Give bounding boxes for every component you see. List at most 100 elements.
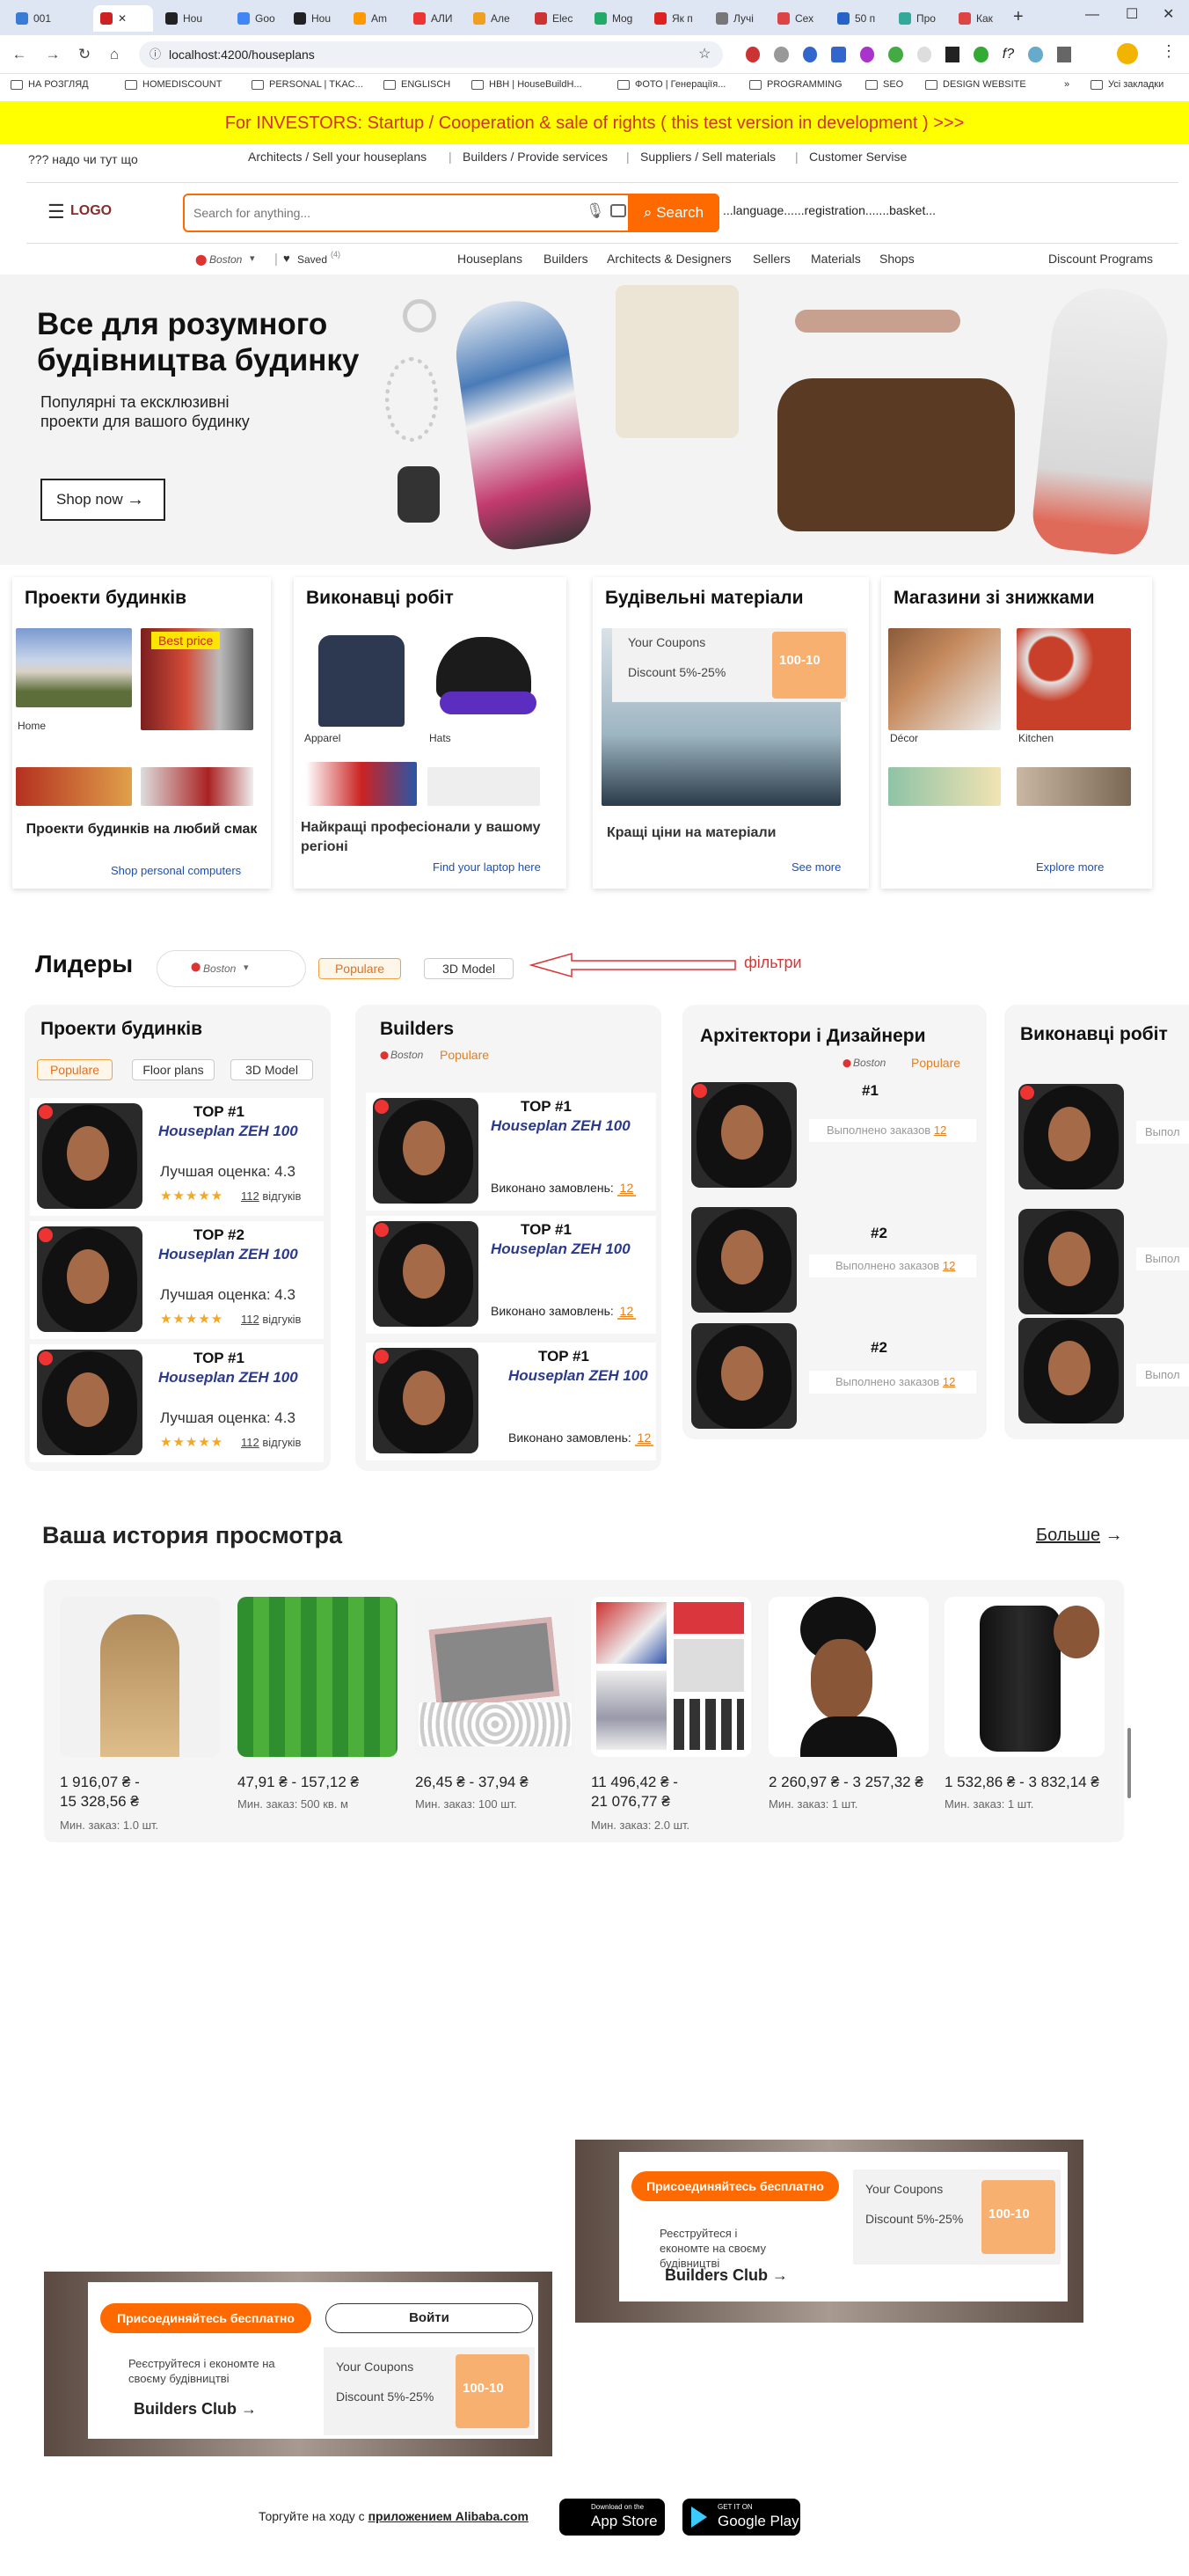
- list-item[interactable]: TOP #1 Houseplan ZEH 100 Лучшая оценка: …: [30, 1098, 324, 1216]
- orders-done-count[interactable]: 12: [943, 1375, 955, 1388]
- google-play-button[interactable]: GET IT ON Google Play: [682, 2499, 800, 2536]
- card-caption[interactable]: Apparel: [304, 732, 340, 744]
- card-link[interactable]: Find your laptop here: [433, 860, 541, 874]
- window-close-button[interactable]: ✕: [1163, 5, 1174, 23]
- bookmark-folder[interactable]: SEO: [865, 79, 903, 90]
- site-info-icon[interactable]: ⓘ: [150, 41, 161, 68]
- filter-populare[interactable]: Populare: [440, 1048, 489, 1062]
- location-label[interactable]: Boston: [853, 1057, 886, 1069]
- browser-tab[interactable]: Як п: [647, 5, 702, 32]
- extension-icon[interactable]: [974, 47, 988, 62]
- saved-link[interactable]: Saved: [297, 253, 327, 266]
- card-link[interactable]: Explore more: [1036, 860, 1104, 874]
- builders-club-link[interactable]: Builders Club →: [665, 2266, 788, 2285]
- extension-icon[interactable]: [802, 47, 818, 62]
- header-user-links[interactable]: ...language......registration.......bask…: [723, 203, 936, 217]
- all-bookmarks-folder[interactable]: Усі закладки: [1091, 79, 1163, 90]
- tshirt-image[interactable]: [306, 628, 417, 730]
- camera-icon[interactable]: [610, 204, 626, 217]
- bookmark-folder[interactable]: PERSONAL | TKAC...: [252, 79, 363, 90]
- nav-architects[interactable]: Architects & Designers: [607, 252, 732, 266]
- hamburger-menu-icon[interactable]: ☰: [47, 201, 65, 223]
- extension-icon[interactable]: [831, 47, 846, 62]
- house-image[interactable]: [16, 628, 132, 707]
- coupon-box[interactable]: Your Coupons Discount 5%-25% 100-10: [853, 2170, 1061, 2265]
- history-more-link[interactable]: Больше →: [1036, 1526, 1123, 1546]
- search-input[interactable]: [193, 202, 563, 223]
- nav-discount-programs[interactable]: Discount Programs: [1048, 252, 1153, 266]
- product-name[interactable]: Houseplan ZEH 100: [158, 1246, 298, 1263]
- extension-icon[interactable]: [859, 47, 875, 62]
- builder-name[interactable]: Houseplan ZEH 100: [491, 1117, 631, 1135]
- home-icon[interactable]: ⌂: [104, 44, 125, 65]
- orders-done-count[interactable]: 12: [634, 1431, 654, 1446]
- extension-icon[interactable]: [1028, 47, 1043, 62]
- card-link[interactable]: Shop personal computers: [111, 864, 241, 877]
- browser-tab[interactable]: AЛИ: [406, 5, 461, 32]
- builders-club-link[interactable]: Builders Club →: [134, 2400, 257, 2419]
- toy-image[interactable]: [306, 762, 417, 806]
- top-link-builders[interactable]: Builders / Provide services: [463, 150, 608, 164]
- list-item[interactable]: TOP #1 Houseplan ZEH 100 Виконано замовл…: [366, 1216, 656, 1334]
- card-caption[interactable]: Kitchen: [1018, 732, 1054, 744]
- browser-tab[interactable]: Mog: [587, 5, 642, 32]
- location-selector[interactable]: Boston: [209, 253, 242, 266]
- back-arrow-icon[interactable]: ←: [9, 44, 30, 65]
- browser-tab[interactable]: Elec: [528, 5, 582, 32]
- browser-tab-active[interactable]: ✕: [93, 5, 153, 32]
- minimize-button[interactable]: —: [1085, 7, 1099, 23]
- top-link-suppliers[interactable]: Suppliers / Sell materials: [640, 150, 776, 164]
- card-caption[interactable]: Hats: [429, 732, 451, 744]
- contractor-thumbnail[interactable]: [1018, 1209, 1124, 1314]
- list-item[interactable]: #2 Выполнено заказов 12: [688, 1202, 983, 1321]
- join-free-button[interactable]: Присоединяйтесь бесплатно: [100, 2303, 311, 2333]
- microphone-icon[interactable]: 🎙: [586, 202, 605, 220]
- new-tab-button[interactable]: +: [1013, 7, 1024, 27]
- close-icon[interactable]: ✕: [118, 12, 127, 25]
- investor-banner[interactable]: For INVESTORS: Startup / Cooperation & s…: [0, 102, 1189, 144]
- browser-tab[interactable]: 001: [9, 5, 90, 32]
- list-item[interactable]: TOP #1 Houseplan ZEH 100 Виконано замовл…: [366, 1093, 656, 1211]
- decor-image[interactable]: [888, 628, 1001, 730]
- forward-arrow-icon[interactable]: →: [42, 44, 63, 65]
- card-link[interactable]: See more: [791, 860, 841, 874]
- top-link-architects[interactable]: Architects / Sell your houseplans: [248, 150, 427, 164]
- location-filter[interactable]: ⬤ Boston ▾: [157, 950, 306, 987]
- reviews-count[interactable]: 112: [241, 1436, 259, 1449]
- list-item[interactable]: TOP #1 Houseplan ZEH 100 Лучшая оценка: …: [30, 1344, 324, 1462]
- profile-avatar[interactable]: [1117, 43, 1138, 64]
- orders-done-count[interactable]: 12: [616, 1304, 637, 1320]
- browser-tab[interactable]: Am: [346, 5, 399, 32]
- list-item[interactable]: #1 Выполнено заказов 12: [688, 1077, 983, 1197]
- shop-image[interactable]: [1017, 767, 1131, 806]
- browser-tab[interactable]: Про: [892, 5, 946, 32]
- reviews-count[interactable]: 112: [241, 1189, 259, 1203]
- bookmark-folder[interactable]: ФОТО | Генераціїя...: [617, 79, 726, 90]
- filter-3d-model[interactable]: 3D Model: [424, 958, 514, 979]
- bookmark-folder[interactable]: ENGLISCH: [383, 79, 450, 90]
- scrollbar-thumb[interactable]: [1127, 1728, 1131, 1798]
- bookmark-folder[interactable]: HOMEDISCOUNT: [125, 79, 222, 90]
- list-item[interactable]: TOP #2 Houseplan ZEH 100 Лучшая оценка: …: [30, 1221, 324, 1339]
- nav-builders[interactable]: Builders: [543, 252, 588, 266]
- tab-floor-plans[interactable]: Floor plans: [132, 1059, 215, 1080]
- bookmark-folder[interactable]: НА РОЗГЛЯД: [11, 79, 89, 90]
- bookmark-folder[interactable]: DESIGN WEBSITE: [925, 79, 1026, 90]
- mug-image[interactable]: [427, 767, 540, 806]
- reviews-count[interactable]: 112: [241, 1313, 259, 1326]
- nav-sellers[interactable]: Sellers: [753, 252, 791, 266]
- nav-materials[interactable]: Materials: [811, 252, 861, 266]
- filter-populare[interactable]: Populare: [911, 1056, 960, 1070]
- browser-tab[interactable]: Hou: [158, 5, 211, 32]
- top-link-customer-service[interactable]: Customer Servise: [809, 150, 907, 164]
- nav-houseplans[interactable]: Houseplans: [457, 252, 522, 266]
- tab-3d-model[interactable]: 3D Model: [230, 1059, 313, 1080]
- filter-populare[interactable]: Populare: [318, 958, 401, 979]
- join-free-button[interactable]: Присоединяйтесь бесплатно: [631, 2171, 839, 2201]
- food-image[interactable]: [16, 767, 132, 806]
- menu-dots-icon[interactable]: ⋮: [1161, 42, 1177, 61]
- search-button[interactable]: ⌕ Search: [628, 194, 719, 232]
- orders-done-count[interactable]: 12: [934, 1123, 946, 1137]
- builder-name[interactable]: Houseplan ZEH 100: [508, 1367, 648, 1385]
- kitchen-image[interactable]: [1017, 628, 1131, 730]
